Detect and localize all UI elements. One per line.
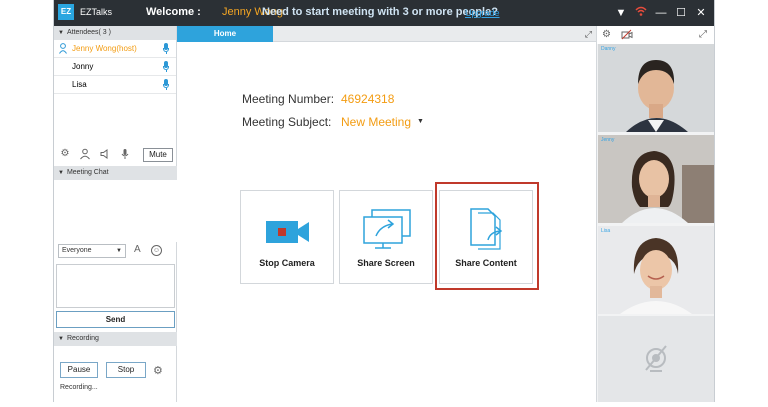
share-screen-icon (340, 207, 432, 251)
participant-name: Danny (601, 46, 616, 52)
person-icon (59, 43, 67, 54)
recipient-select[interactable]: Everyone ▼ (58, 244, 126, 258)
camera-icon (241, 207, 333, 251)
share-screen-button[interactable]: Share Screen (339, 190, 433, 284)
signal-icon[interactable] (634, 5, 648, 21)
close-icon[interactable]: ✕ (694, 5, 708, 21)
send-button[interactable]: Send (56, 311, 175, 328)
app-name: EZTalks (80, 7, 113, 17)
attendees-header[interactable]: ▼ Attendees( 3 ) (54, 26, 176, 40)
tab-bar: Home ⤢ (177, 26, 596, 42)
meeting-number-label: Meeting Number: (242, 92, 335, 106)
meeting-chat-header[interactable]: ▼ Meeting Chat (54, 166, 177, 180)
collapse-arrow-icon: ▼ (58, 30, 64, 36)
participant-avatar (598, 226, 714, 314)
upgrade-link[interactable]: Upgrade (465, 8, 500, 18)
minimize-icon[interactable]: — (654, 5, 668, 21)
app-logo: EZ (58, 4, 74, 20)
highlight-box (435, 182, 539, 290)
eztalks-window: EZ EZTalks Welcome : Jenny Wong Need to … (53, 0, 715, 402)
settings-gear-icon[interactable]: ⚙ (59, 148, 71, 160)
font-icon[interactable]: A (134, 244, 141, 255)
add-user-icon[interactable] (79, 148, 91, 160)
meeting-number-value: 46924318 (341, 92, 395, 106)
speaker-icon[interactable] (99, 148, 111, 160)
chevron-down-icon[interactable]: ▼ (417, 118, 424, 125)
attendee-name: Lisa (72, 80, 87, 89)
collapse-arrow-icon: ▼ (58, 336, 64, 342)
attendee-row[interactable]: Jonny (54, 58, 176, 76)
fullscreen-icon[interactable]: ⤢ (699, 29, 707, 40)
stop-camera-label: Stop Camera (259, 258, 315, 268)
recording-status: Recording... (60, 384, 98, 391)
camera-off-icon[interactable] (621, 29, 633, 43)
main-content: Home ⤢ Meeting Number: 46924318 Meeting … (177, 26, 596, 402)
stop-recording-button[interactable]: Stop (106, 362, 146, 378)
chat-controls: Everyone ▼ A ☺ (54, 244, 177, 262)
welcome-label: Welcome : (146, 6, 201, 18)
share-screen-label: Share Screen (357, 258, 415, 268)
collapse-arrow-icon: ▼ (58, 170, 64, 176)
window-controls: ▼ — ☐ ✕ (614, 4, 708, 22)
recording-header-label: Recording (66, 335, 99, 342)
attendees-header-label: Attendees( 3 ) (66, 29, 111, 36)
emoji-icon[interactable]: ☺ (151, 245, 162, 256)
video-tile[interactable]: Jenny (598, 135, 714, 223)
dropdown-arrow-icon[interactable]: ▼ (614, 5, 628, 21)
pause-recording-button[interactable]: Pause (60, 362, 98, 378)
maximize-icon[interactable]: ☐ (674, 5, 688, 21)
empty-video-slot (598, 316, 714, 402)
video-panel-header: ⚙ ⤢ (597, 26, 714, 44)
mute-all-button[interactable]: Mute (143, 148, 173, 162)
participant-avatar (598, 135, 714, 223)
attendee-row[interactable]: Lisa (54, 76, 176, 94)
participant-name: Jenny (601, 137, 615, 143)
microphone-icon[interactable] (163, 61, 169, 72)
video-tile[interactable]: Danny (598, 44, 714, 132)
chat-messages-area[interactable] (54, 180, 177, 242)
recipient-value: Everyone (62, 247, 92, 254)
recording-settings-gear-icon[interactable]: ⚙ (153, 364, 163, 377)
title-bar: EZ EZTalks Welcome : Jenny Wong Need to … (54, 0, 714, 26)
settings-gear-icon[interactable]: ⚙ (602, 29, 611, 40)
left-panel: ▼ Attendees( 3 ) Jenny Wong(host) Jonny L… (54, 26, 177, 402)
participant-avatar (598, 44, 714, 132)
attendee-controls: ⚙ Mute (54, 146, 177, 164)
participant-name: Lisa (601, 228, 611, 234)
attendee-name: Jonny (72, 62, 94, 71)
microphone-icon[interactable] (163, 79, 169, 90)
no-video-icon (645, 345, 667, 372)
attendee-row[interactable]: Jenny Wong(host) (54, 40, 176, 58)
attendee-name: Jenny Wong(host) (72, 44, 137, 53)
meeting-subject-label: Meeting Subject: (242, 115, 332, 129)
tab-home[interactable]: Home (177, 26, 273, 42)
stop-camera-button[interactable]: Stop Camera (240, 190, 334, 284)
chat-input[interactable] (56, 264, 175, 308)
chevron-down-icon: ▼ (116, 248, 122, 254)
recording-header[interactable]: ▼ Recording (54, 332, 177, 346)
microphone-icon[interactable] (119, 148, 131, 160)
microphone-icon[interactable] (163, 43, 169, 54)
meeting-chat-header-label: Meeting Chat (66, 169, 109, 176)
video-panel: ⚙ ⤢ Danny Jenny Lisa (596, 26, 714, 402)
promo-text: Need to start meeting with 3 or more peo… (262, 6, 498, 18)
meeting-subject-value[interactable]: New Meeting (341, 115, 411, 129)
video-tile[interactable]: Lisa (598, 226, 714, 314)
fullscreen-icon[interactable]: ⤢ (585, 29, 592, 40)
